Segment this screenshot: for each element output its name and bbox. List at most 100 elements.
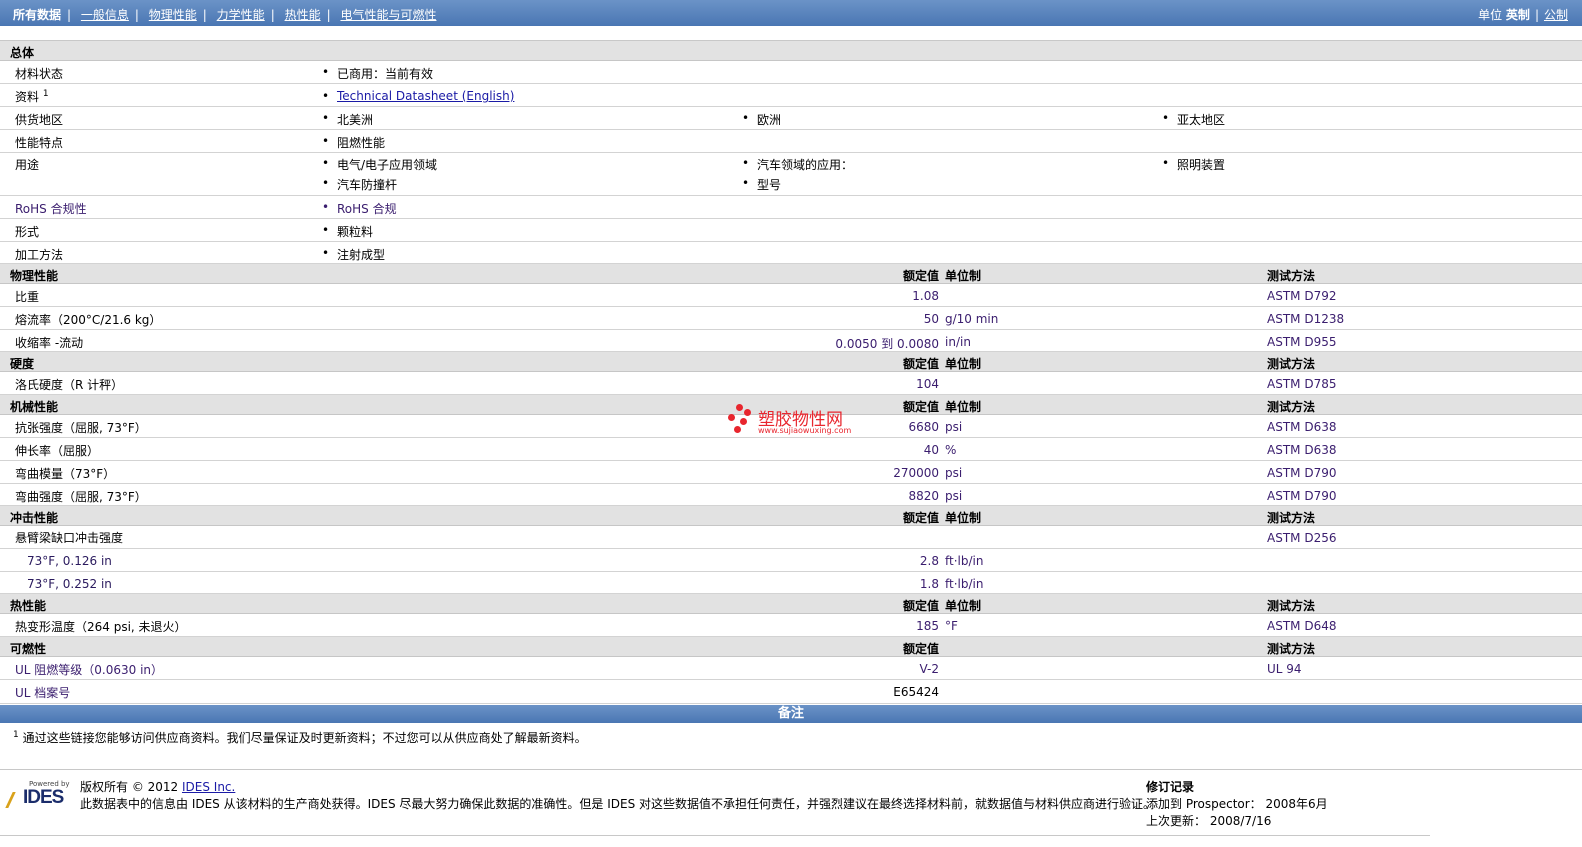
col-nominal: 额定值 <box>902 511 939 525</box>
row-label: 材料状态 <box>15 67 64 81</box>
row-processing: 加工方法 注射成型 <box>0 242 1582 264</box>
section-hardness: 硬度 额定值 单位制 测试方法 <box>0 352 1582 372</box>
row-test: ASTM D638 <box>1267 420 1337 434</box>
row-test: ASTM D638 <box>1267 443 1337 457</box>
region-item: 欧洲 <box>742 111 781 128</box>
row-literature: 资料 1 Technical Datasheet (English) <box>0 84 1582 107</box>
row-value: 185 <box>916 619 939 633</box>
region-item: 北美洲 <box>322 111 373 128</box>
row-test: ASTM D790 <box>1267 489 1337 503</box>
section-title: 机械性能 <box>10 400 59 414</box>
ides-logo: Powered by IDES <box>5 780 71 810</box>
tab-mechanical[interactable]: 力学性能 <box>217 8 265 22</box>
tab-physical[interactable]: 物理性能 <box>149 8 197 22</box>
table-row: 热变形温度（264 psi, 未退火） 185 °F ASTM D648 <box>0 614 1582 637</box>
row-value: V-2 <box>919 662 939 676</box>
section-title: 硬度 <box>10 357 35 371</box>
footnote: 1 通过这些链接您能够访问供应商资料。我们尽量保证及时更新资料；不过您可以从供应… <box>13 729 587 746</box>
row-unit: in/in <box>945 335 971 349</box>
row-label: 73°F, 0.126 in <box>27 554 112 568</box>
table-row: 伸长率（屈服） 40 % ASTM D638 <box>0 438 1582 461</box>
row-test: ASTM D785 <box>1267 377 1337 391</box>
units-metric[interactable]: 公制 <box>1544 8 1568 22</box>
row-value: 2.8 <box>919 554 939 568</box>
row-value: 8820 <box>908 489 939 503</box>
col-test: 测试方法 <box>1267 400 1316 414</box>
notes-header: 备注 <box>0 705 1582 723</box>
row-value: 270000 <box>893 466 939 480</box>
watermark-logo: 塑胶物性网 www.sujiaowuxing.com <box>728 404 858 436</box>
row-label: 资料 1 <box>15 89 49 104</box>
row-label: 抗张强度（屈服, 73°F） <box>15 421 147 435</box>
revision-title: 修订记录 <box>1146 780 1195 794</box>
use-item: 照明装置 <box>1162 156 1225 173</box>
row-form: 形式 颗粒料 <box>0 219 1582 242</box>
row-label: 73°F, 0.252 in <box>27 577 112 591</box>
row-label: 比重 <box>15 290 40 304</box>
footnote-number: 1 <box>13 730 19 740</box>
tab-thermal[interactable]: 热性能 <box>285 8 321 22</box>
section-title: 冲击性能 <box>10 511 59 525</box>
row-label: 弯曲强度（屈服, 73°F） <box>15 490 147 504</box>
revision-updated: 上次更新： 2008/7/16 <box>1146 814 1272 828</box>
row-value: 注射成型 <box>322 246 385 263</box>
table-row: UL 档案号 E65424 <box>0 680 1582 704</box>
row-test: ASTM D256 <box>1267 531 1337 545</box>
section-flammability: 可燃性 额定值 测试方法 <box>0 637 1582 657</box>
ides-link[interactable]: IDES Inc. <box>182 780 235 794</box>
row-label: 形式 <box>15 225 40 239</box>
row-value: 阻燃性能 <box>322 134 385 151</box>
col-nominal: 额定值 <box>902 269 939 283</box>
section-thermal: 热性能 额定值 单位制 测试方法 <box>0 594 1582 614</box>
section-tabs: 所有数据 | 一般信息 | 物理性能 | 力学性能 | 热性能 | 电气性能与可燃性 <box>13 8 437 22</box>
region-item: 亚太地区 <box>1162 111 1225 128</box>
row-value: E65424 <box>893 685 939 699</box>
row-value: 104 <box>916 377 939 391</box>
table-row: UL 阻燃等级（0.0630 in） V-2 UL 94 <box>0 657 1582 680</box>
row-test: UL 94 <box>1267 662 1302 676</box>
row-features: 性能特点 阻燃性能 <box>0 130 1582 153</box>
col-nominal: 额定值 <box>902 599 939 613</box>
col-unit: 单位制 <box>945 357 982 371</box>
row-value: 0.0050 到 0.0080 <box>835 337 939 351</box>
row-label: 热变形温度（264 psi, 未退火） <box>15 620 187 634</box>
table-row: 熔流率（200°C/21.6 kg） 50 g/10 min ASTM D123… <box>0 307 1582 330</box>
technical-datasheet-link[interactable]: Technical Datasheet (English) <box>337 89 514 103</box>
table-row: 73°F, 0.126 in 2.8 ft·lb/in <box>0 549 1582 572</box>
watermark-url: www.sujiaowuxing.com <box>758 426 852 435</box>
row-unit: °F <box>945 619 958 633</box>
row-unit: psi <box>945 489 963 503</box>
tab-electrical-flammability[interactable]: 电气性能与可燃性 <box>340 8 436 22</box>
section-title: 可燃性 <box>10 642 47 656</box>
table-row: 73°F, 0.252 in 1.8 ft·lb/in <box>0 572 1582 594</box>
col-test: 测试方法 <box>1267 642 1316 656</box>
col-unit: 单位制 <box>945 400 982 414</box>
disclaimer: 此数据表中的信息由 IDES 从该材料的生产商处获得。IDES 尽最大努力确保此… <box>80 797 1156 811</box>
row-label: 用途 <box>15 158 40 172</box>
col-test: 测试方法 <box>1267 357 1316 371</box>
row-label: 熔流率（200°C/21.6 kg） <box>15 313 162 327</box>
row-unit: ft·lb/in <box>945 554 984 568</box>
row-value: 已商用：当前有效 <box>322 65 433 82</box>
tab-all-data[interactable]: 所有数据 <box>13 8 61 22</box>
table-row: 悬臂梁缺口冲击强度 ASTM D256 <box>0 526 1582 549</box>
row-label: 性能特点 <box>15 136 64 150</box>
row-label: 弯曲模量（73°F） <box>15 467 116 481</box>
table-row: 收缩率 -流动 0.0050 到 0.0080 in/in ASTM D955 <box>0 330 1582 352</box>
row-value: 6680 <box>908 420 939 434</box>
section-title: 总体 <box>10 46 35 60</box>
use-item: 汽车防撞杆 <box>322 176 397 193</box>
row-test: ASTM D648 <box>1267 619 1337 633</box>
row-value: RoHS 合规 <box>322 200 397 217</box>
divider <box>0 835 1430 836</box>
tab-general-info[interactable]: 一般信息 <box>81 8 129 22</box>
units-english[interactable]: 英制 <box>1506 8 1530 22</box>
units-label: 单位 <box>1478 8 1503 22</box>
footnote-text: 通过这些链接您能够访问供应商资料。我们尽量保证及时更新资料；不过您可以从供应商处… <box>22 731 587 745</box>
row-test: ASTM D1238 <box>1267 312 1345 326</box>
logo-text: IDES <box>23 787 64 808</box>
row-unit: psi <box>945 466 963 480</box>
row-test: ASTM D790 <box>1267 466 1337 480</box>
row-unit: psi <box>945 420 963 434</box>
col-unit: 单位制 <box>945 599 982 613</box>
